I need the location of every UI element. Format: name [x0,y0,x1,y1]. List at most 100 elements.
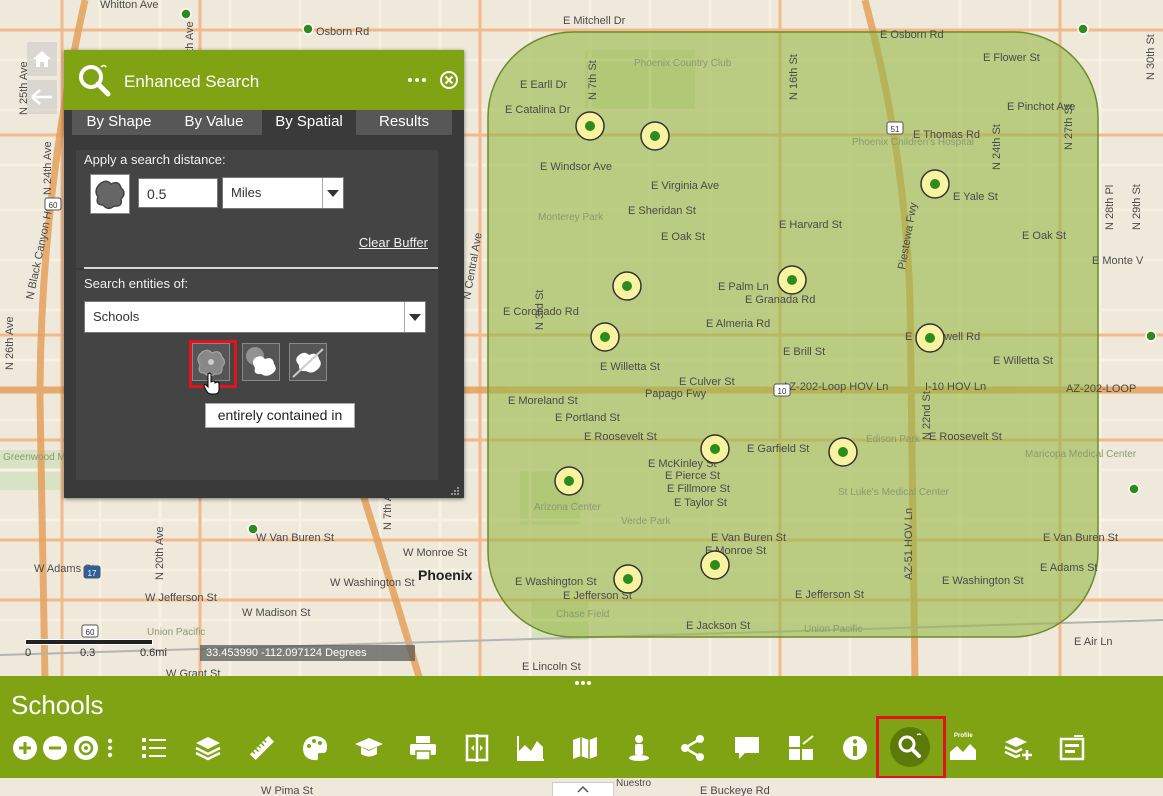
school-marker[interactable] [247,523,259,535]
buffer-shape-button[interactable] [90,174,130,214]
street-label: E Moreland St [508,395,578,407]
place-label: Phoenix Country Club [634,58,732,69]
home-button[interactable] [27,42,57,76]
selected-school-marker[interactable] [700,550,730,580]
locate-button[interactable] [69,731,103,765]
toolbar-title: Schools [11,690,104,720]
widget-grid-button[interactable] [784,731,818,765]
street-label: Papago Fwy [645,388,707,400]
street-view-button[interactable] [622,731,656,765]
touching-button[interactable] [289,343,327,381]
selected-school-marker[interactable] [590,322,620,352]
selected-school-marker[interactable] [640,121,670,151]
unit-select[interactable]: Miles [222,177,344,209]
panel-header: Enhanced Search [64,50,464,110]
svg-text:60: 60 [86,628,95,637]
divider [84,267,438,269]
comment-icon [735,737,759,759]
street-label: E Osborn Rd [880,29,944,41]
street-label: E Adams St [1040,562,1097,574]
tab-results[interactable]: Results [356,110,452,135]
zoom-out-button[interactable] [38,731,72,765]
tab-by-spatial[interactable]: By Spatial [262,110,356,135]
school-marker[interactable] [302,23,314,35]
entities-section: Search entities of: Schools [76,270,438,480]
profile-button[interactable]: Profile [946,731,980,765]
entities-select[interactable]: Schools [84,301,426,333]
place-label: Nuestro [616,778,651,789]
tab-by-shape[interactable]: By Shape [72,110,166,135]
widget-grid-icon [789,735,814,760]
locate-icon [74,736,98,760]
layers-icon [195,737,221,761]
street-label: N 22nd St [921,391,933,440]
street-label: Whitton Ave [100,0,159,11]
drag-handle-icon[interactable] [574,680,592,686]
street-label: I-10 HOV Ln [925,381,986,393]
share-button[interactable] [676,731,710,765]
chart-button[interactable] [514,731,548,765]
selected-school-marker[interactable] [920,169,950,199]
basemap-button[interactable] [298,731,332,765]
toolbar-highlight-box [876,716,946,779]
tab-by-value[interactable]: By Value [166,110,262,135]
selected-school-marker[interactable] [777,265,807,295]
close-icon[interactable] [440,71,458,89]
info-icon [843,736,867,760]
back-arrow-icon [31,89,52,105]
print-button[interactable] [406,731,440,765]
street-label: E Buckeye Rd [700,785,770,796]
selected-school-marker[interactable] [915,323,945,353]
street-label: E Willetta St [600,361,660,373]
back-button[interactable] [27,80,57,114]
distance-label: Apply a search distance: [84,152,226,167]
legend-button[interactable] [137,731,171,765]
zoom-in-icon [13,736,37,760]
swipe-button[interactable] [460,731,494,765]
chevron-down-icon [404,302,425,332]
selected-school-marker[interactable] [613,564,643,594]
selected-school-marker[interactable] [612,271,642,301]
info-button[interactable] [838,731,872,765]
chart-icon [517,736,544,761]
situation-button[interactable] [1055,731,1089,765]
more-tools-button[interactable] [100,731,120,765]
street-label: N 30th St [1145,34,1157,80]
city-label: Phoenix [418,567,473,583]
layers-button[interactable] [191,731,225,765]
street-label: N 7th St [587,60,599,100]
selected-school-marker[interactable] [828,437,858,467]
selected-school-marker[interactable] [554,466,584,496]
add-layer-button[interactable] [1001,731,1035,765]
home-icon [33,51,51,67]
school-marker[interactable] [1145,330,1157,342]
street-label: W Van Buren St [256,532,334,544]
clear-buffer-link[interactable]: Clear Buffer [359,235,428,250]
intersected-by-button[interactable] [242,343,280,381]
measure-button[interactable] [245,731,279,765]
svg-text:60: 60 [49,201,58,210]
selected-school-marker[interactable] [700,434,730,464]
coordinate-readout: 33.453990 -112.097124 Degrees [200,645,415,661]
school-marker[interactable] [1128,483,1140,495]
street-label: N 24th St [991,124,1003,170]
education-button[interactable] [352,731,386,765]
selected-school-marker[interactable] [575,111,605,141]
search-magnifier-icon [79,64,111,97]
street-label: E Windsor Ave [540,161,612,173]
more-options-icon[interactable] [407,76,427,84]
map-chat-button[interactable] [568,731,602,765]
comment-button[interactable] [730,731,764,765]
zoom-out-icon [43,736,67,760]
school-marker[interactable] [1077,23,1089,35]
street-label: E Mitchell Dr [563,15,626,27]
place-label: Edison Park [866,434,921,445]
school-marker[interactable] [180,8,192,20]
profile-label: Profile [954,733,973,739]
zoom-in-button[interactable] [8,731,42,765]
distance-input[interactable]: 0.5 [138,178,218,208]
place-label: Maricopa Medical Center [1025,449,1137,460]
resize-grip-icon[interactable] [450,486,460,496]
street-label: E Oak St [1022,230,1066,242]
map-bottom-labels: W Pima St E Buckeye Rd Nuestro [261,778,770,796]
